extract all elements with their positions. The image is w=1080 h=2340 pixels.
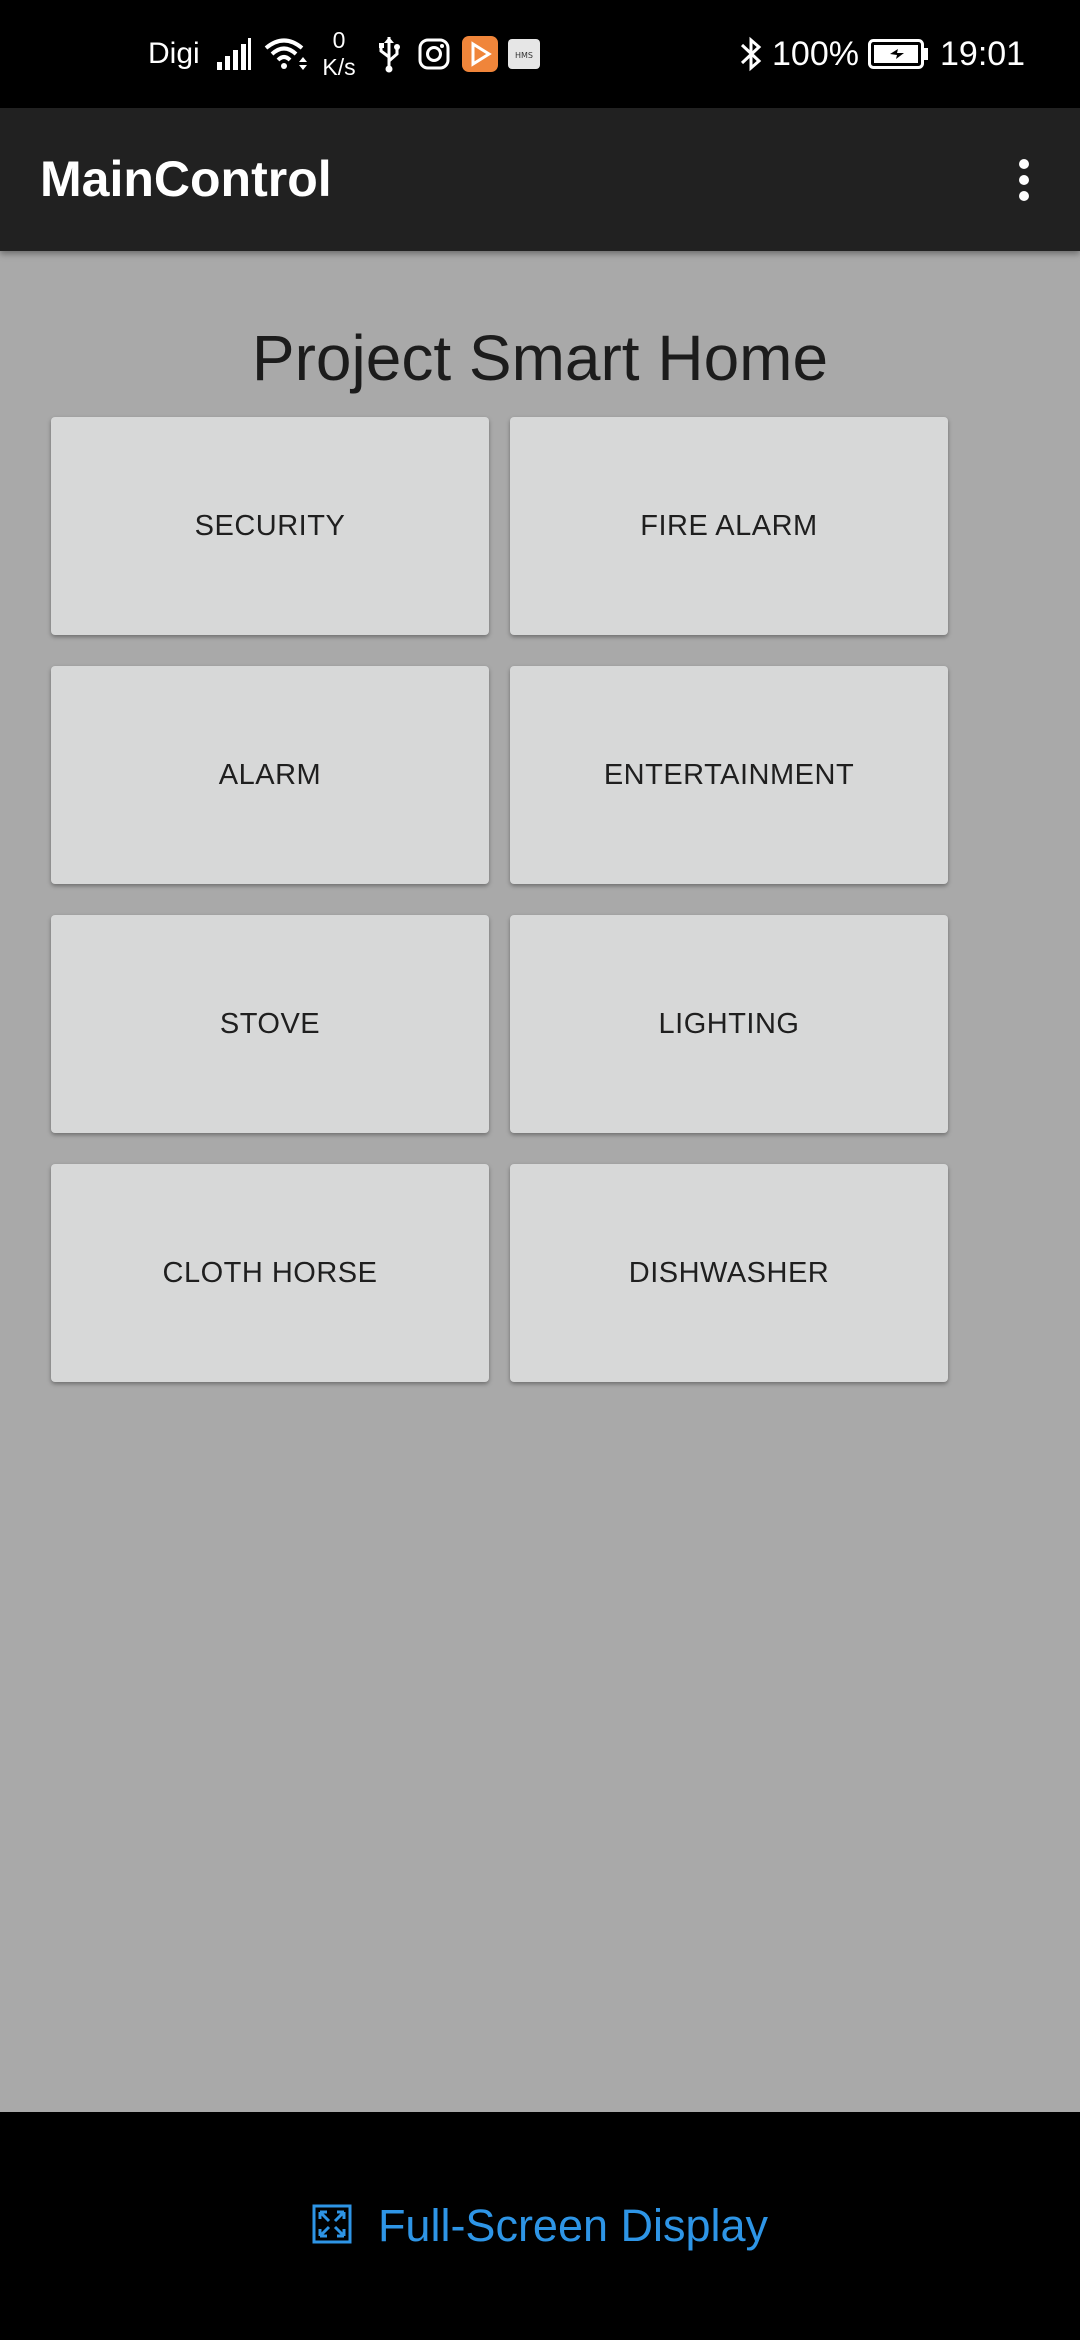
lighting-button[interactable]: LIGHTING [510,915,948,1133]
battery-percent: 100% [772,34,859,73]
usb-icon [376,0,402,108]
status-bar: Digi 0 K/s HMS 100% 19:01 [0,0,1080,108]
entertainment-button[interactable]: ENTERTAINMENT [510,666,948,884]
main-content: Project Smart Home SECURITY FIRE ALARM A… [0,251,1080,2112]
hms-icon: HMS [508,0,540,108]
dishwasher-button[interactable]: DISHWASHER [510,1164,948,1382]
phone-screen: Digi 0 K/s HMS 100% 19:01 MainControl Pr… [0,0,1080,2340]
network-speed-unit: K/s [322,54,356,80]
app-notification-icon [462,0,498,108]
network-speed-value: 0 [332,27,346,53]
signal-icon [216,0,252,108]
bluetooth-icon [738,0,764,108]
svg-text:HMS: HMS [515,51,533,60]
fullscreen-icon [312,2204,352,2249]
fire-alarm-button[interactable]: FIRE ALARM [510,417,948,635]
wifi-icon [263,0,309,108]
network-speed: 0 K/s [318,0,360,108]
battery-icon [868,0,930,108]
stove-button[interactable]: STOVE [51,915,489,1133]
more-vert-icon[interactable] [1000,146,1048,214]
full-screen-display-label: Full-Screen Display [377,2200,769,2251]
bottom-bar: Full-Screen Display [0,2112,1080,2340]
security-button[interactable]: SECURITY [51,417,489,635]
full-screen-display-button[interactable]: Full-Screen Display [0,2112,1080,2340]
clock: 19:01 [940,34,1026,73]
carrier-name: Digi [148,37,200,70]
instagram-icon [418,0,450,108]
app-title: MainControl [40,151,332,207]
cloth-horse-button[interactable]: CLOTH HORSE [51,1164,489,1382]
app-bar: MainControl [0,108,1080,251]
page-title: Project Smart Home [251,322,829,394]
alarm-button[interactable]: ALARM [51,666,489,884]
